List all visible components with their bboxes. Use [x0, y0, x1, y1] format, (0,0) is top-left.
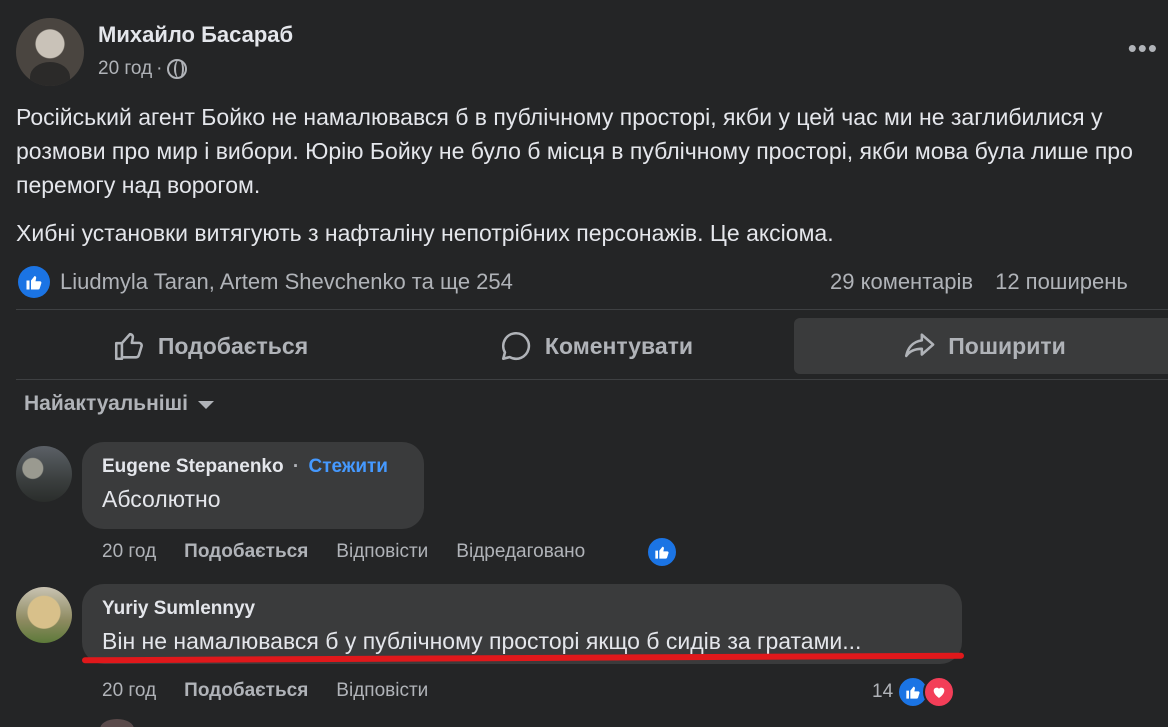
post-body: Російський агент Бойко не намалювався б … [16, 100, 1156, 250]
post-paragraph: Російський агент Бойко не намалювався б … [16, 104, 1133, 198]
comment-header: Eugene Stepanenko · Стежити [102, 456, 404, 478]
globe-icon [166, 59, 187, 79]
post-time[interactable]: 20 год [98, 58, 152, 80]
comment-text: Абсолютно [102, 486, 221, 512]
comment-button[interactable]: Коментувати [426, 318, 766, 374]
sort-label: Найактуальніші [24, 392, 188, 415]
comment-edited-label[interactable]: Відредаговано [456, 541, 585, 563]
commenter-name[interactable]: Eugene Stepanenko [102, 456, 284, 477]
meta-separator: · [156, 58, 163, 79]
author-block: Михайло Басараб 20 год · [98, 22, 293, 86]
comment-sort-dropdown[interactable]: Найактуальніші [24, 392, 214, 416]
comment-time[interactable]: 20 год [102, 680, 156, 702]
thumbs-up-icon [114, 332, 143, 361]
shares-count[interactable]: 12 поширень [995, 269, 1128, 295]
comment-text: Він не намалювався б у публічному просто… [102, 628, 862, 654]
counts: 29 коментарів 12 поширень [830, 269, 1128, 295]
comments-count[interactable]: 29 коментарів [830, 269, 973, 295]
post-meta: 20 год · [98, 58, 293, 80]
share-icon [905, 333, 935, 358]
comment-button-label: Коментувати [544, 332, 694, 359]
comment-bubble: Eugene Stepanenko · Стежити Абсолютно [82, 442, 424, 529]
comment-actions: 20 год Подобається Відповісти [102, 680, 428, 702]
comment-reply-link[interactable]: Відповісти [336, 680, 428, 702]
commenter-name[interactable]: Yuriy Sumlennyy [102, 598, 942, 620]
comment-actions: 20 год Подобається Відповісти Відредагов… [102, 541, 585, 563]
more-options-button[interactable]: ••• [1128, 35, 1158, 61]
author-avatar[interactable] [16, 18, 84, 86]
comment-reactions[interactable]: 14 [872, 676, 956, 708]
reactions-row: Liudmyla Taran, Artem Shevchenko та ще 2… [18, 264, 1168, 300]
commenter-avatar[interactable] [16, 587, 72, 643]
like-reaction-icon[interactable] [18, 266, 50, 298]
post-action-bar: Подобається Коментувати Поширити [16, 318, 1168, 374]
caret-down-icon [197, 401, 214, 409]
comment-icon [501, 331, 531, 361]
like-button[interactable]: Подобається [40, 318, 380, 374]
comment-like-link[interactable]: Подобається [184, 541, 308, 563]
divider [16, 309, 1168, 310]
next-commenter-avatar[interactable] [100, 719, 134, 727]
comment-bubble: Yuriy Sumlennyy Він не намалювався б у п… [82, 584, 962, 664]
like-reaction-icon[interactable] [646, 536, 678, 568]
author-name[interactable]: Михайло Басараб [98, 22, 293, 48]
share-button[interactable]: Поширити [794, 318, 1168, 374]
reaction-count: 14 [872, 681, 894, 702]
comment-like-link[interactable]: Подобається [184, 680, 308, 702]
commenter-avatar[interactable] [16, 446, 72, 502]
comment-reply-link[interactable]: Відповісти [336, 541, 428, 563]
separator-dot: · [292, 456, 300, 477]
follow-link[interactable]: Стежити [309, 456, 388, 477]
post-paragraph: Хибні установки витягують з нафталіну не… [16, 220, 834, 246]
heart-reaction-icon [923, 676, 956, 708]
reactors-text[interactable]: Liudmyla Taran, Artem Shevchenko та ще 2… [60, 269, 513, 295]
post-header: Михайло Басараб 20 год · [16, 18, 293, 86]
divider [16, 379, 1168, 380]
share-button-label: Поширити [948, 332, 1066, 359]
comment-time[interactable]: 20 год [102, 541, 156, 563]
like-button-label: Подобається [157, 332, 309, 359]
